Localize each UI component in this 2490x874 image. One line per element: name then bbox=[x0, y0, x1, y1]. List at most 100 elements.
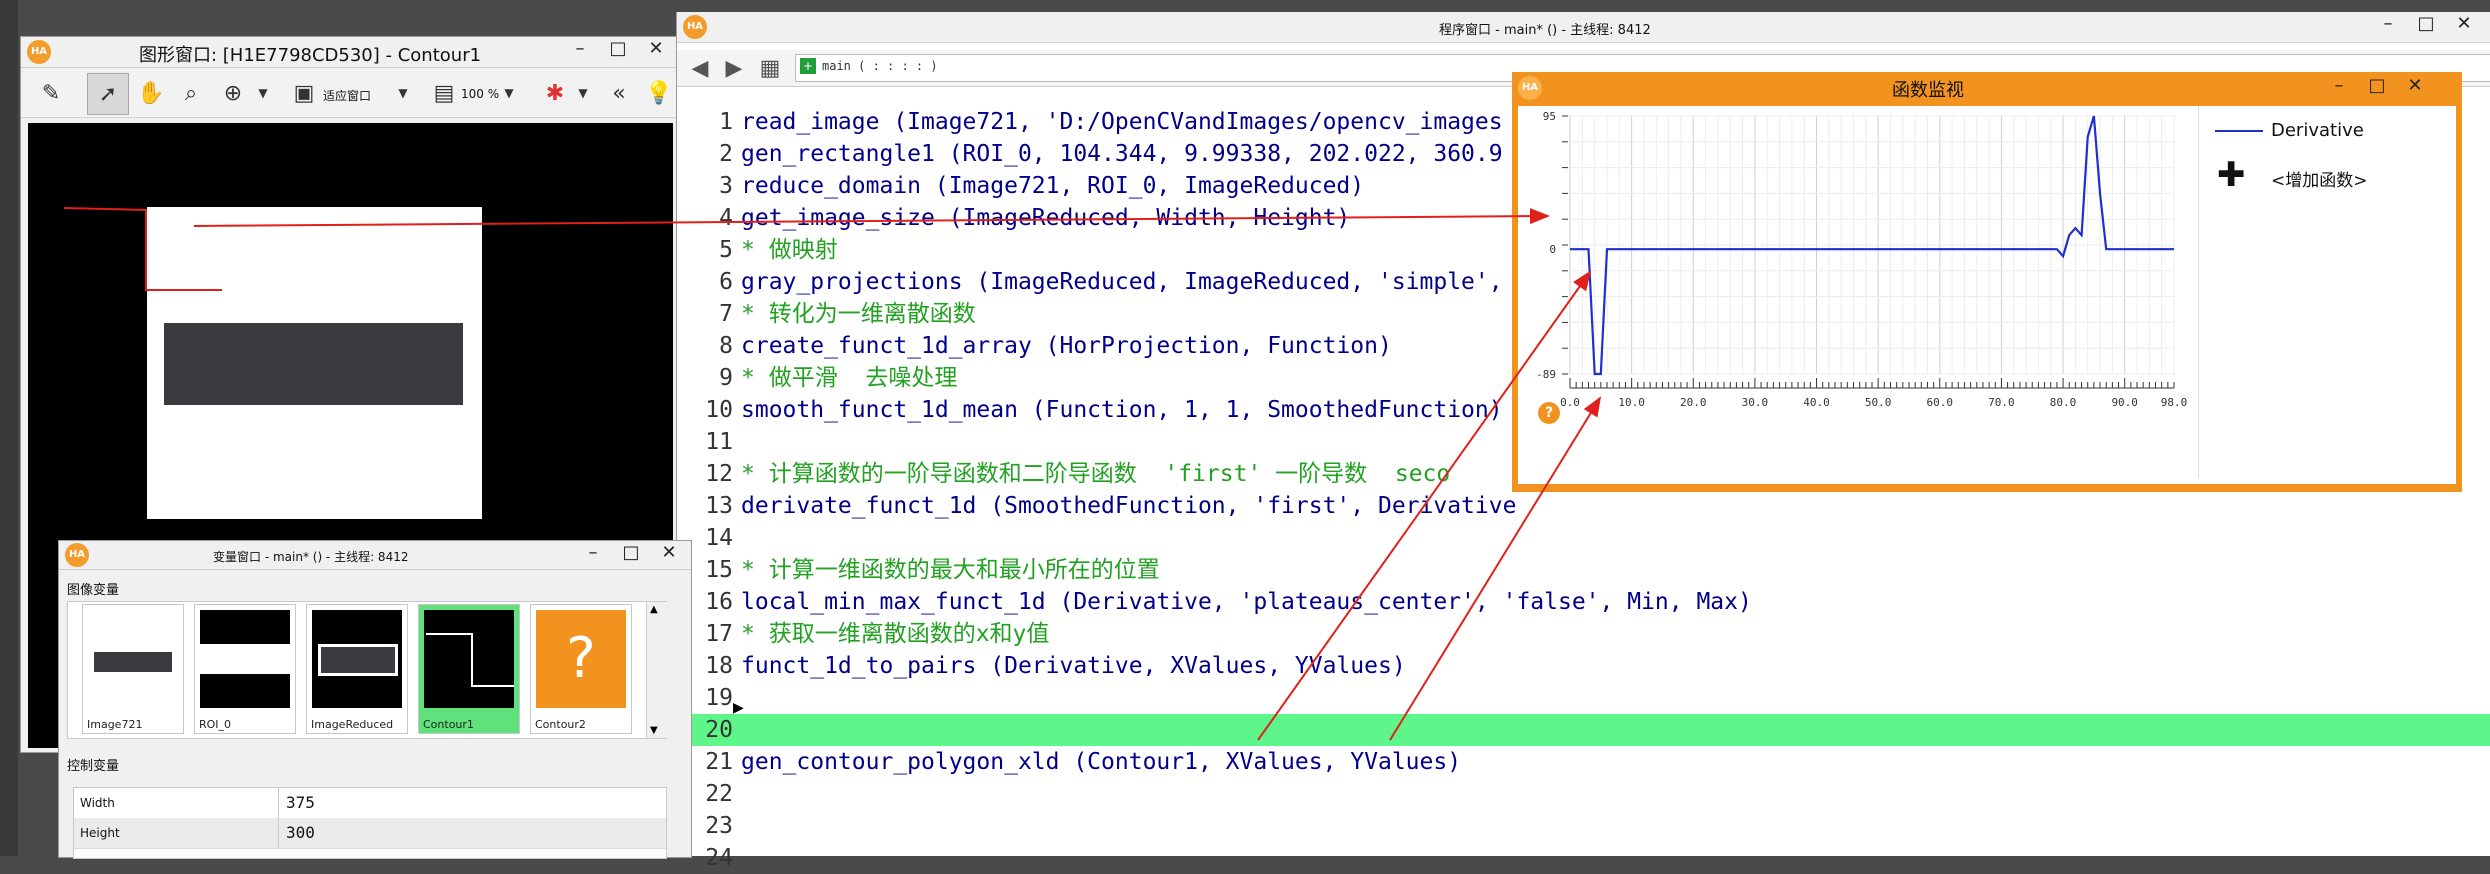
color-tool-icon[interactable]: ✱ bbox=[537, 73, 573, 113]
close-icon[interactable]: ✕ bbox=[637, 37, 675, 65]
code-line[interactable]: 17 * 获取一维离散函数的x和y值 bbox=[677, 618, 2490, 650]
back-arrow-icon[interactable]: ◀ bbox=[685, 48, 715, 88]
code-line[interactable]: 22 bbox=[677, 778, 2490, 810]
close-icon[interactable]: ✕ bbox=[650, 541, 688, 569]
control-variable-value: 375 bbox=[286, 793, 315, 812]
function-monitor-window: HA 函数监视 – □ ✕ 95 0 -89 0.0 10.0 20.0 30.0 40.0 5… bbox=[1512, 72, 2462, 492]
control-variable-row[interactable]: Height 300 bbox=[74, 818, 666, 849]
chevron-down-icon[interactable]: ▼ bbox=[650, 725, 658, 736]
zoom-in-icon[interactable]: ⊕ bbox=[215, 73, 251, 113]
magnifier-icon[interactable]: ⌕ bbox=[173, 73, 209, 113]
image-thumbnail[interactable]: ? Contour2 bbox=[530, 604, 632, 734]
image-thumbnail[interactable]: ROI_0 bbox=[194, 604, 296, 734]
fit-window-icon[interactable]: ▣ bbox=[289, 73, 319, 113]
image-thumbnail[interactable]: ImageReduced bbox=[306, 604, 408, 734]
code-line[interactable]: 23 bbox=[677, 810, 2490, 842]
code-line[interactable]: 15 * 计算一维函数的最大和最小所在的位置 bbox=[677, 554, 2490, 586]
add-function-icon[interactable]: ✚ bbox=[2217, 158, 2246, 192]
legend-line bbox=[2215, 130, 2263, 132]
forward-arrow-icon[interactable]: ▶ bbox=[719, 48, 749, 88]
x-tick-label: 80.0 bbox=[2050, 396, 2077, 409]
code-line[interactable]: 20 bbox=[677, 714, 2490, 746]
code-line[interactable]: 16 local_min_max_funct_1d (Derivative, 'p… bbox=[677, 586, 2490, 618]
collapse-icon[interactable]: « bbox=[601, 73, 637, 113]
image-thumbnail[interactable]: Contour1 bbox=[418, 604, 520, 734]
dark-bar-region bbox=[164, 323, 463, 405]
line-text: * 做平滑 去噪处理 bbox=[741, 365, 958, 391]
maximize-icon[interactable]: □ bbox=[612, 541, 650, 569]
procedure-icon[interactable]: ▦ bbox=[755, 48, 785, 88]
maximize-icon[interactable]: □ bbox=[2407, 12, 2445, 40]
graphics-window-title: 图形窗口: [H1E7798CD530] - Contour1 bbox=[139, 45, 482, 66]
minimize-icon[interactable]: – bbox=[2320, 74, 2358, 102]
control-variables-label: 控制变量 bbox=[67, 759, 120, 774]
line-text: * 获取一维离散函数的x和y值 bbox=[741, 621, 1050, 647]
chevron-up-icon[interactable]: ▲ bbox=[650, 604, 658, 615]
x-tick-label: 30.0 bbox=[1742, 396, 1769, 409]
maximize-icon[interactable]: □ bbox=[599, 37, 637, 65]
x-tick-label: 60.0 bbox=[1927, 396, 1954, 409]
add-function-label[interactable]: <增加函数> bbox=[2271, 166, 2368, 191]
function-monitor-title: 函数监视 bbox=[1892, 80, 1964, 101]
column-divider bbox=[278, 788, 279, 818]
function-monitor-titlebar[interactable]: HA 函数监视 – □ ✕ bbox=[1512, 72, 2462, 104]
chevron-down-icon[interactable]: ▼ bbox=[393, 73, 413, 113]
program-window-titlebar[interactable]: HA 程序窗口 - main* () - 主线程: 8412 – □ ✕ bbox=[677, 12, 2490, 43]
program-window-title: 程序窗口 - main* () - 主线程: 8412 bbox=[1439, 23, 1651, 38]
line-text: * 计算函数的一阶导函数和二阶导函数 'first' 一阶导数 seco bbox=[741, 461, 1451, 487]
line-number: 4 bbox=[719, 205, 733, 231]
zoom-percent-icon[interactable]: ▤ bbox=[429, 73, 459, 113]
thumbnail-caption: ImageReduced bbox=[311, 718, 394, 731]
x-tick-label: 90.0 bbox=[2111, 396, 2138, 409]
thumbnail-preview bbox=[200, 610, 290, 708]
control-variable-name: Width bbox=[80, 796, 115, 810]
thumbnail-preview bbox=[424, 610, 514, 708]
code-line[interactable]: 18 funct_1d_to_pairs (Derivative, XValues… bbox=[677, 650, 2490, 682]
edit-icon[interactable]: ✎ bbox=[33, 73, 69, 113]
minimize-icon[interactable]: – bbox=[574, 541, 612, 569]
lightbulb-icon[interactable]: 💡 bbox=[645, 73, 673, 113]
chevron-down-icon[interactable]: ▼ bbox=[253, 73, 273, 113]
line-text: read_image (Image721, 'D:/OpenCVandImage… bbox=[741, 109, 1503, 135]
minimize-icon[interactable]: – bbox=[2369, 12, 2407, 40]
thumbnail-caption: ROI_0 bbox=[199, 718, 232, 731]
graphics-window-titlebar[interactable]: HA 图形窗口: [H1E7798CD530] - Contour1 – □ ✕ bbox=[21, 37, 676, 68]
image-thumbnail[interactable]: Image721 bbox=[82, 604, 184, 734]
control-variable-row[interactable]: Width 375 bbox=[74, 788, 666, 819]
line-number: 5 bbox=[719, 237, 733, 263]
chevron-down-icon[interactable]: ▼ bbox=[573, 73, 593, 113]
line-number: 6 bbox=[719, 269, 733, 295]
variable-window-controls: – □ ✕ bbox=[574, 541, 688, 569]
help-icon[interactable]: ? bbox=[1538, 402, 1560, 424]
line-number: 11 bbox=[705, 429, 733, 455]
x-tick-label: 70.0 bbox=[1988, 396, 2015, 409]
control-variable-name: Height bbox=[80, 826, 120, 840]
close-icon[interactable]: ✕ bbox=[2396, 74, 2434, 102]
function-monitor-body: 95 0 -89 0.0 10.0 20.0 30.0 40.0 50.0 60.0 70.0 80.… bbox=[1518, 106, 2456, 484]
chevron-down-icon[interactable]: ▼ bbox=[499, 73, 519, 113]
hand-icon[interactable]: ✋ bbox=[133, 73, 169, 113]
code-line[interactable]: 24 bbox=[677, 842, 2490, 874]
variable-window-titlebar[interactable]: HA 变量窗口 - main* () - 主线程: 8412 – □ ✕ bbox=[59, 541, 691, 570]
derivative-chart[interactable]: 95 0 -89 0.0 10.0 20.0 30.0 40.0 50.0 60.0 70.0 80.… bbox=[1518, 106, 2198, 478]
close-icon[interactable]: ✕ bbox=[2445, 12, 2483, 40]
code-line[interactable]: 21 gen_contour_polygon_xld (Contour1, XVa… bbox=[677, 746, 2490, 778]
y-tick-label: 0 bbox=[1549, 243, 1556, 256]
line-number: 10 bbox=[705, 397, 733, 423]
x-tick-label: 50.0 bbox=[1865, 396, 1892, 409]
code-line[interactable]: 13 derivate_funct_1d (SmoothedFunction, '… bbox=[677, 490, 2490, 522]
minimize-icon[interactable]: – bbox=[561, 37, 599, 65]
line-number: 7 bbox=[719, 301, 733, 327]
pointer-icon[interactable]: ➚ bbox=[87, 73, 129, 115]
thumbnail-preview bbox=[312, 610, 402, 708]
halcon-logo-icon: HA bbox=[683, 15, 707, 39]
image-variables-panel: Image721 ROI_0 ImageReduced Contour1? Contou… bbox=[67, 601, 667, 739]
image-scrollbar[interactable]: ▲ ▼ bbox=[646, 602, 667, 738]
code-line[interactable]: 19 bbox=[677, 682, 2490, 714]
maximize-icon[interactable]: □ bbox=[2358, 74, 2396, 102]
halcon-logo-icon: HA bbox=[65, 543, 89, 567]
code-line[interactable]: 14 bbox=[677, 522, 2490, 554]
fit-window-label[interactable]: 适应窗口 bbox=[323, 87, 371, 104]
zoom-label[interactable]: 100 % bbox=[461, 87, 499, 101]
thumbnail-preview bbox=[88, 610, 178, 708]
